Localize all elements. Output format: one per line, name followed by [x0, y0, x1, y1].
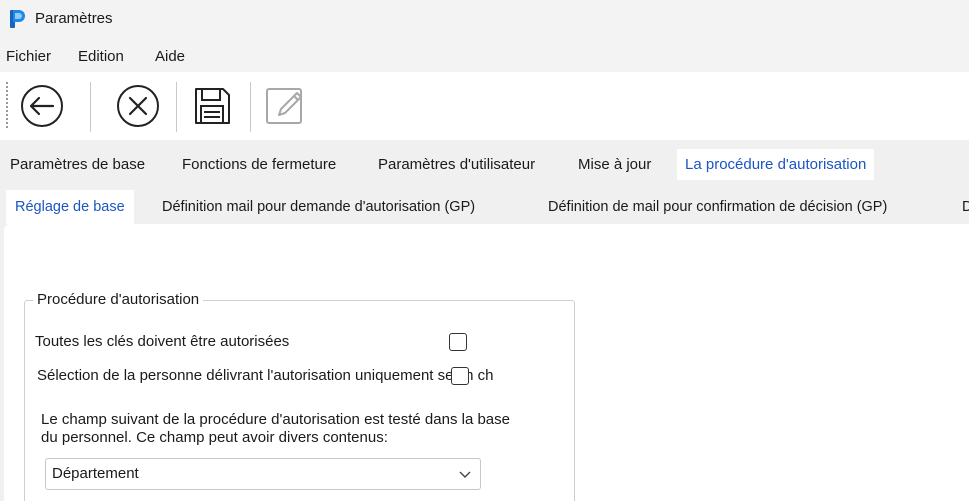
group-legend: Procédure d'autorisation [33, 291, 204, 308]
checkbox2-label: Sélection de la personne délivrant l'aut… [37, 367, 494, 384]
chevron-down-icon [459, 471, 471, 478]
back-button[interactable] [18, 82, 66, 130]
content-panel: Procédure d'autorisation Toutes les clés… [4, 224, 969, 501]
secondary-tab-bar: Réglage de base Définition mail pour dem… [0, 180, 969, 224]
cancel-button[interactable] [114, 82, 162, 130]
window-title: Paramètres [35, 10, 113, 27]
tab-overflow-partial[interactable]: D [962, 190, 969, 224]
menu-fichier[interactable]: Fichier [6, 48, 51, 65]
app-logo-icon [10, 10, 25, 28]
tab-procedure-autorisation[interactable]: La procédure d'autorisation [677, 149, 875, 180]
authorization-group: Procédure d'autorisation Toutes les clés… [24, 291, 575, 501]
tab-definition-mail-confirmation[interactable]: Définition de mail pour confirmation de … [548, 190, 887, 224]
cancel-icon [117, 85, 159, 127]
tab-parametres-de-base[interactable]: Paramètres de base [10, 149, 145, 180]
edit-icon [266, 88, 302, 124]
toolbar-grip[interactable] [6, 82, 8, 130]
back-icon [21, 85, 63, 127]
menu-bar: Fichier Edition Aide [0, 40, 969, 72]
save-button[interactable] [188, 82, 236, 130]
tab-fonctions-de-fermeture[interactable]: Fonctions de fermeture [182, 149, 336, 180]
field-select-value: Département [52, 465, 139, 482]
title-bar: Paramètres [0, 0, 969, 40]
checkbox1-label: Toutes les clés doivent être autorisées [35, 333, 290, 350]
toolbar-separator [250, 82, 251, 132]
save-icon [195, 88, 230, 124]
tab-reglage-de-base[interactable]: Réglage de base [6, 190, 134, 224]
tab-definition-mail-demande[interactable]: Définition mail pour demande d'autorisat… [162, 190, 475, 224]
primary-tab-bar: Paramètres de base Fonctions de fermetur… [0, 140, 969, 180]
field-description: Le champ suivant de la procédure d'autor… [41, 411, 510, 446]
authorizer-selection-checkbox[interactable] [451, 367, 469, 385]
edit-button[interactable] [262, 82, 310, 130]
tab-parametres-utilisateur[interactable]: Paramètres d'utilisateur [378, 149, 535, 180]
toolbar-separator [176, 82, 177, 132]
all-keys-authorized-checkbox[interactable] [449, 333, 467, 351]
field-select[interactable]: Département [45, 458, 481, 490]
toolbar-separator [90, 82, 91, 132]
tab-mise-a-jour[interactable]: Mise à jour [578, 149, 651, 180]
menu-aide[interactable]: Aide [155, 48, 185, 65]
menu-edition[interactable]: Edition [78, 48, 124, 65]
toolbar [0, 72, 969, 140]
